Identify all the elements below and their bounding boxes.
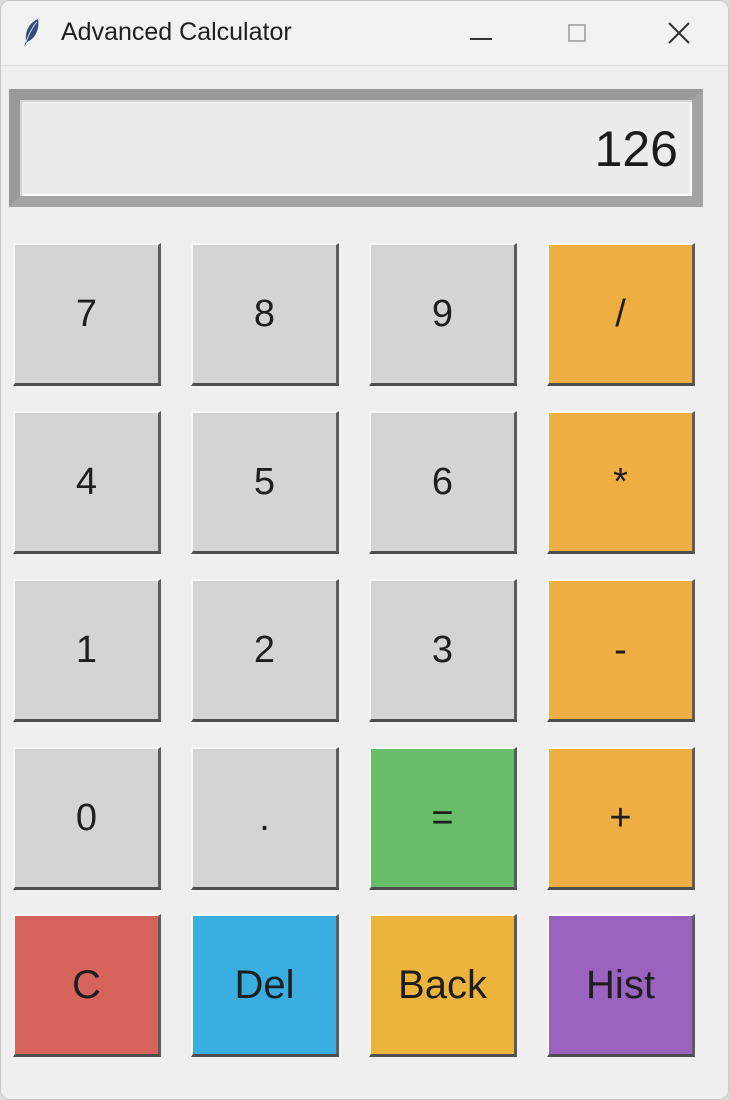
display-value: 126 — [594, 121, 678, 177]
digit-1-button[interactable]: 1 — [13, 579, 161, 722]
calculator-window: Advanced Calculator 126 7 8 9 / 4 5 6 * … — [0, 0, 729, 1100]
history-button[interactable]: Hist — [547, 914, 695, 1057]
delete-button[interactable]: Del — [191, 914, 339, 1057]
digit-0-button[interactable]: 0 — [13, 747, 161, 890]
feather-icon — [21, 17, 43, 49]
title-bar[interactable]: Advanced Calculator — [1, 1, 728, 66]
decimal-button[interactable]: . — [191, 747, 339, 890]
close-button[interactable] — [659, 13, 699, 53]
maximize-button[interactable] — [557, 13, 597, 53]
minimize-icon — [470, 38, 492, 40]
digit-8-button[interactable]: 8 — [191, 243, 339, 386]
maximize-icon — [568, 24, 586, 42]
backspace-button[interactable]: Back — [369, 914, 517, 1057]
digit-5-button[interactable]: 5 — [191, 411, 339, 554]
digit-2-button[interactable]: 2 — [191, 579, 339, 722]
minimize-button[interactable] — [461, 13, 501, 53]
digit-7-button[interactable]: 7 — [13, 243, 161, 386]
divide-button[interactable]: / — [547, 243, 695, 386]
digit-9-button[interactable]: 9 — [369, 243, 517, 386]
multiply-button[interactable]: * — [547, 411, 695, 554]
equals-button[interactable]: = — [369, 747, 517, 890]
clear-button[interactable]: C — [13, 914, 161, 1057]
add-button[interactable]: + — [547, 747, 695, 890]
digit-6-button[interactable]: 6 — [369, 411, 517, 554]
digit-3-button[interactable]: 3 — [369, 579, 517, 722]
close-icon — [668, 22, 690, 44]
result-display[interactable]: 126 — [9, 89, 703, 207]
digit-4-button[interactable]: 4 — [13, 411, 161, 554]
window-title: Advanced Calculator — [61, 18, 292, 46]
subtract-button[interactable]: - — [547, 579, 695, 722]
